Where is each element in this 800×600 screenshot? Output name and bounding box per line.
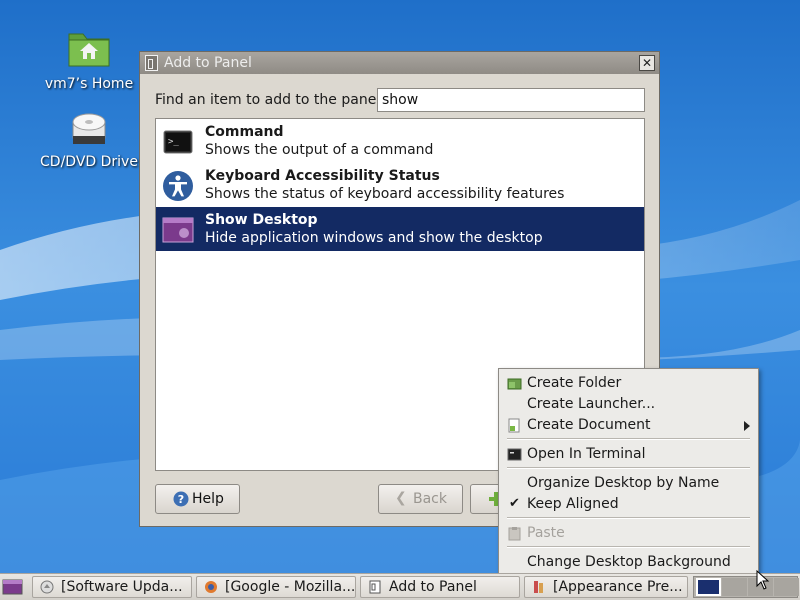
- back-button-label: Back: [413, 491, 447, 507]
- software-update-icon: [40, 580, 54, 594]
- search-label: Find an item to add to the panel:: [155, 92, 385, 108]
- workspace-4[interactable]: [774, 578, 799, 596]
- task-google-mozilla[interactable]: [Google - Mozilla...: [196, 576, 356, 598]
- task-appearance-preferences[interactable]: [Appearance Pre...: [524, 576, 688, 598]
- menu-separator: [507, 546, 750, 548]
- menu-separator: [507, 438, 750, 440]
- workspace-1[interactable]: [696, 578, 721, 596]
- show-desktop-icon[interactable]: [1, 576, 24, 598]
- menu-item-keep-aligned[interactable]: ✔ Keep Aligned: [499, 494, 758, 515]
- window-icon: [369, 580, 381, 594]
- help-button-label: Help: [192, 491, 224, 507]
- item-name: Show Desktop: [205, 212, 318, 228]
- task-add-to-panel[interactable]: Add to Panel: [360, 576, 520, 598]
- menu-item-change-background[interactable]: Change Desktop Background: [499, 552, 758, 573]
- item-name: Command: [205, 124, 284, 140]
- home-folder-icon: [68, 33, 110, 67]
- desktop-context-menu: Create Folder Create Launcher... Create …: [498, 368, 759, 577]
- desktop-icon-label: vm7’s Home: [44, 76, 134, 92]
- menu-separator: [507, 517, 750, 519]
- task-label: [Appearance Pre...: [553, 579, 683, 595]
- menu-item-label: Keep Aligned: [527, 496, 619, 512]
- menu-item-label: Open In Terminal: [527, 446, 646, 462]
- menu-item-open-terminal[interactable]: Open In Terminal: [499, 444, 758, 465]
- desktop-icon-label: CD/DVD Drive: [40, 154, 138, 170]
- show-desktop-icon: [162, 217, 194, 243]
- close-button[interactable]: ✕: [639, 55, 655, 71]
- terminal-icon: >_: [163, 130, 193, 154]
- task-label: [Software Upda...: [61, 579, 183, 595]
- task-label: [Google - Mozilla...: [225, 579, 356, 595]
- menu-separator: [507, 467, 750, 469]
- task-label: Add to Panel: [389, 579, 477, 595]
- search-input[interactable]: [377, 88, 645, 112]
- folder-add-icon: [507, 378, 522, 390]
- help-button[interactable]: ? Help: [155, 484, 240, 514]
- workspace-switcher: [693, 576, 799, 598]
- menu-item-create-document[interactable]: Create Document: [499, 415, 758, 436]
- task-software-update[interactable]: [Software Upda...: [32, 576, 192, 598]
- menu-item-label: Paste: [527, 525, 565, 541]
- desktop-icon-home[interactable]: vm7’s Home: [34, 26, 144, 92]
- firefox-icon: [205, 581, 217, 593]
- menu-item-organize-desktop[interactable]: Organize Desktop by Name: [499, 473, 758, 494]
- window-menu-icon[interactable]: [145, 55, 158, 71]
- submenu-arrow-icon: [744, 421, 750, 431]
- search-row: Find an item to add to the panel:: [155, 88, 645, 112]
- menu-item-create-folder[interactable]: Create Folder: [499, 373, 758, 394]
- close-icon: ✕: [641, 56, 653, 70]
- optical-drive-icon: [72, 113, 106, 144]
- back-button[interactable]: ❮ Back: [378, 484, 463, 514]
- item-name: Keyboard Accessibility Status: [205, 168, 440, 184]
- menu-item-label: Create Launcher...: [527, 396, 656, 412]
- desktop-icon-cd-dvd-drive[interactable]: CD/DVD Drive: [34, 104, 144, 170]
- menu-item-create-launcher[interactable]: Create Launcher...: [499, 394, 758, 415]
- appearance-icon: [534, 581, 543, 593]
- menu-item-label: Change Desktop Background: [527, 554, 731, 570]
- menu-item-label: Create Document: [527, 417, 651, 433]
- svg-text:?: ?: [178, 493, 184, 506]
- taskbar: [Software Upda... [Google - Mozilla... A…: [0, 573, 800, 600]
- back-arrow-icon: ❮: [395, 490, 407, 506]
- workspace-2[interactable]: [722, 578, 747, 596]
- menu-item-label: Organize Desktop by Name: [527, 475, 720, 491]
- menu-item-paste: Paste: [499, 523, 758, 544]
- list-item-keyboard-accessibility[interactable]: Keyboard Accessibility Status Shows the …: [156, 163, 644, 207]
- help-icon: ?: [173, 491, 189, 507]
- document-add-icon: [508, 418, 520, 433]
- menu-item-label: Create Folder: [527, 375, 622, 391]
- paste-icon: [508, 527, 521, 541]
- item-description: Hide application windows and show the de…: [205, 230, 543, 246]
- terminal-icon: [507, 448, 522, 461]
- dialog-titlebar[interactable]: Add to Panel ✕: [140, 52, 659, 74]
- checkmark-icon: ✔: [509, 496, 520, 511]
- list-item-command[interactable]: >_ Command Shows the output of a command: [156, 119, 644, 163]
- accessibility-icon: [163, 171, 193, 201]
- svg-text:>_: >_: [168, 137, 179, 147]
- list-item-show-desktop[interactable]: Show Desktop Hide application windows an…: [156, 207, 644, 251]
- item-description: Shows the status of keyboard accessibili…: [205, 186, 565, 202]
- dialog-title: Add to Panel: [164, 55, 252, 71]
- item-description: Shows the output of a command: [205, 142, 434, 158]
- mouse-cursor-icon: [756, 570, 770, 590]
